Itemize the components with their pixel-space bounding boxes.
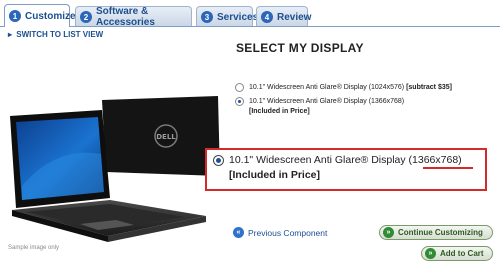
option-label: 10.1" Widescreen Anti Glare® Display (10…: [249, 84, 405, 91]
previous-component-link[interactable]: « Previous Component: [233, 227, 327, 238]
tab-label: Customize: [25, 10, 76, 22]
option-price-adjust: [subtract $35]: [406, 84, 452, 91]
tab-label: Software & Accessories: [96, 6, 155, 28]
tab-strip: 1 Customize 2 Software & Accessories 3 S…: [0, 0, 500, 28]
continue-customizing-button[interactable]: » Continue Customizing: [379, 225, 493, 240]
double-chevron-left-icon: «: [233, 227, 244, 238]
selected-option-zoom-callout: 10.1" Widescreen Anti Glare® Display (13…: [205, 148, 487, 191]
switch-to-list-view-link[interactable]: ▸ SWITCH TO LIST VIEW: [8, 30, 103, 39]
tab-software-accessories[interactable]: 2 Software & Accessories: [75, 6, 192, 28]
add-to-cart-button[interactable]: » Add to Cart: [421, 246, 493, 261]
step-number-badge: 4: [261, 11, 273, 23]
add-to-cart-label: Add to Cart: [440, 249, 484, 258]
arrow-right-icon: ▸: [8, 30, 13, 39]
laptop-product-image: DELL: [6, 96, 224, 246]
zoom-option-label: 10.1" Widescreen Anti Glare® Display (13…: [229, 154, 462, 166]
display-option-1024x576[interactable]: 10.1" Widescreen Anti Glare® Display (10…: [235, 83, 485, 93]
radio-button[interactable]: [235, 83, 244, 92]
switch-view-label: SWITCH TO LIST VIEW: [16, 30, 104, 39]
double-chevron-right-icon: »: [383, 227, 394, 238]
radio-button-selected[interactable]: [235, 97, 244, 106]
tab-services[interactable]: 3 Services: [196, 6, 258, 27]
option-text: 10.1" Widescreen Anti Glare® Display (10…: [249, 83, 452, 93]
previous-component-label: Previous Component: [248, 227, 328, 238]
step-number-badge: 1: [9, 10, 21, 22]
radio-button-selected[interactable]: [213, 155, 224, 166]
option-price: [Included in Price]: [249, 108, 310, 115]
svg-text:DELL: DELL: [156, 133, 176, 141]
display-option-1366x768[interactable]: 10.1" Widescreen Anti Glare® Display (13…: [235, 97, 485, 119]
sample-image-note: Sample image only: [8, 245, 60, 251]
step-number-badge: 3: [201, 11, 213, 23]
section-title: SELECT MY DISPLAY: [236, 41, 364, 55]
double-chevron-right-icon: »: [425, 248, 436, 259]
resolution-underline: [423, 167, 473, 169]
continue-customizing-label: Continue Customizing: [398, 228, 483, 237]
zoom-option-price: [Included in Price]: [229, 169, 321, 181]
option-label: 10.1" Widescreen Anti Glare® Display (13…: [249, 98, 405, 105]
tab-label: Review: [277, 11, 312, 23]
tab-review[interactable]: 4 Review: [256, 6, 312, 27]
zoom-label-main: 10.1" Widescreen Anti Glare® Display: [229, 154, 409, 166]
tab-customize[interactable]: 1 Customize: [4, 4, 76, 27]
step-number-badge: 2: [80, 11, 92, 23]
tab-label: Services: [217, 11, 259, 23]
zoom-label-resolution: (1366x768): [408, 154, 462, 166]
tab-divider: [0, 26, 500, 27]
